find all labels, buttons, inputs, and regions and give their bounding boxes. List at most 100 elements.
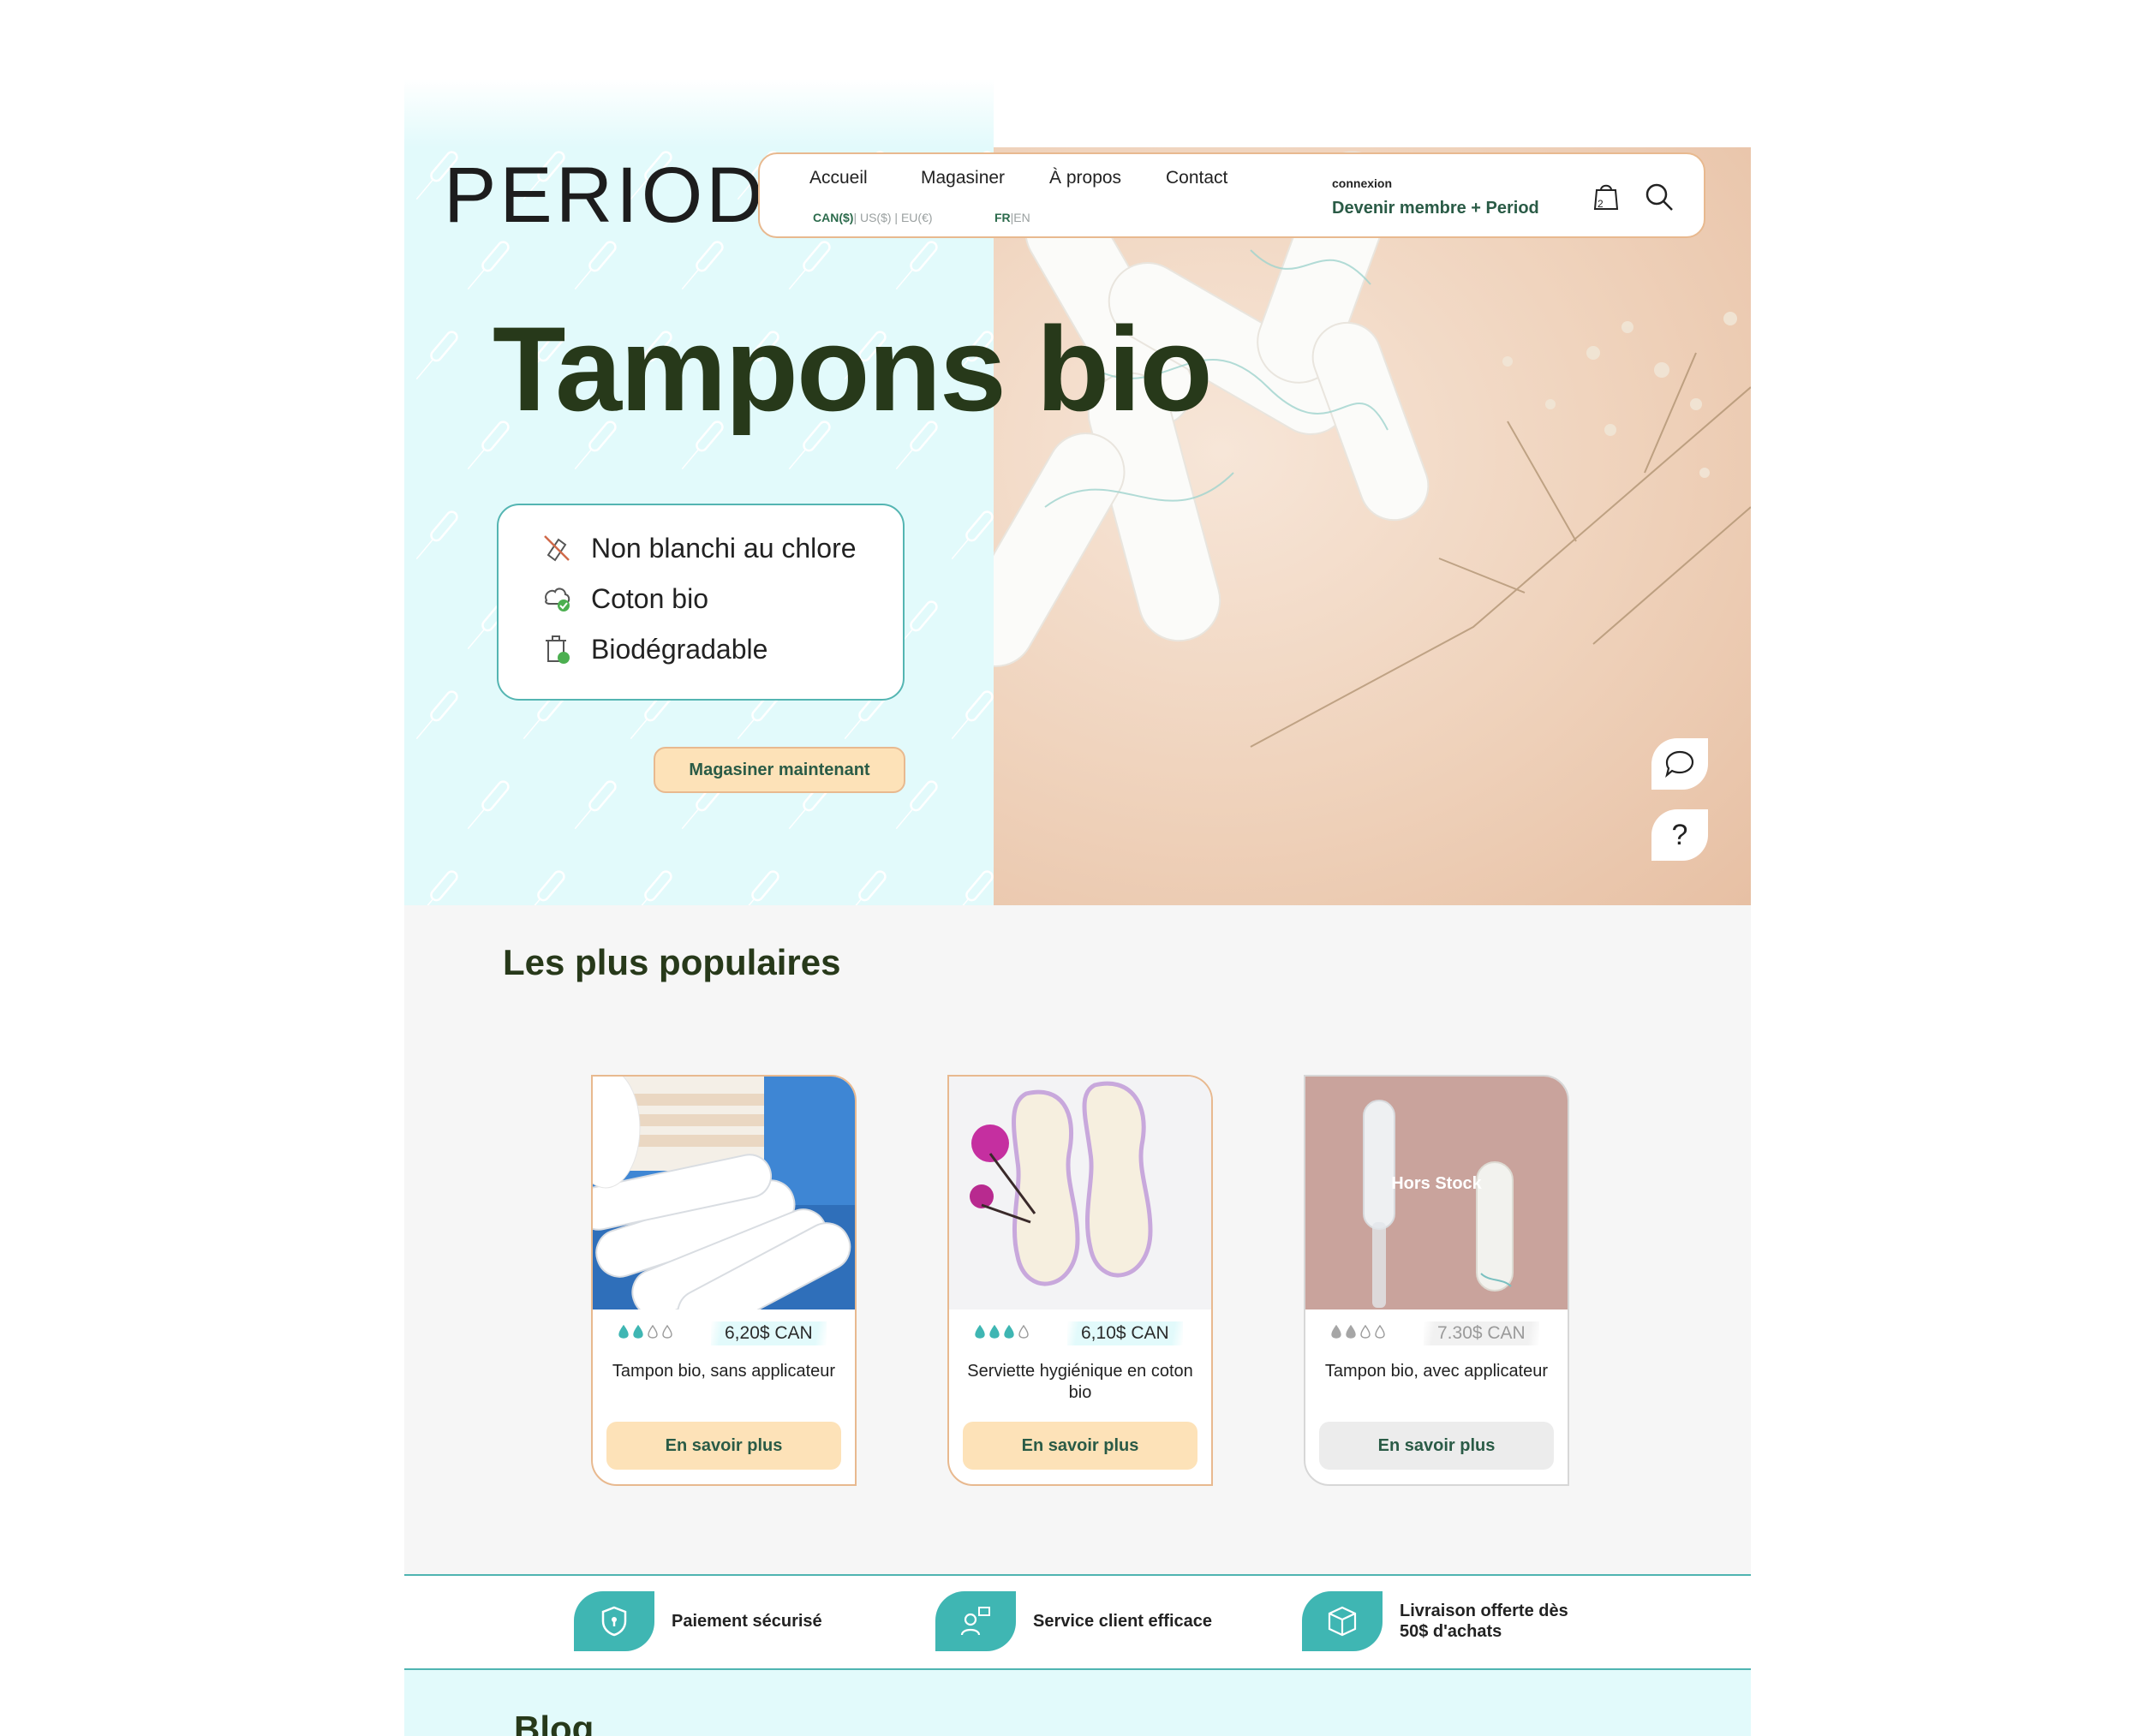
product-price: 7.30$ CAN [1424,1321,1539,1345]
feature-label: Coton bio [591,582,708,614]
drop-icon [1375,1325,1385,1339]
cotton-pad-photo [949,1077,1211,1309]
login-link[interactable]: connexion [1332,176,1392,190]
become-member-link[interactable]: Devenir membre + Period [1332,199,1539,218]
drop-icon [1346,1325,1356,1339]
popular-section-title: Les plus populaires [503,942,840,983]
tampons-without-applicator-photo [593,1077,855,1309]
tampons-photo [994,151,1751,748]
tampon-pattern-mark [411,508,461,564]
currency-selector[interactable]: CAN($)| US($) | EU(€) [813,211,933,224]
guarantee-label: Livraison offerte dès 50$ d'achats [1400,1602,1568,1641]
learn-more-button[interactable]: En savoir plus [963,1422,1197,1470]
absorbency-rating [618,1325,672,1339]
main-nav: Accueil Magasiner À propos Contact CAN($… [758,152,1705,238]
absorbency-rating [1331,1325,1385,1339]
language-selected[interactable]: FR [994,211,1011,224]
feature-item: Non blanchi au chlore [540,531,857,565]
tampon-pattern-mark [518,868,568,905]
package-icon [1328,1606,1357,1637]
guarantee-label: Service client efficace [1033,1612,1213,1631]
product-price: 6,20$ CAN [711,1321,827,1345]
tampon-pattern-mark [784,238,833,294]
tampon-pattern-mark [947,508,994,564]
learn-more-button[interactable]: En savoir plus [1319,1422,1554,1470]
nav-link-accueil[interactable]: Accueil [808,168,869,191]
header-background [404,0,1751,147]
tampon-pattern-mark [732,868,782,905]
feature-label: Biodégradable [591,633,768,665]
drop-icon [633,1325,643,1339]
currency-options[interactable]: | US($) | EU(€) [853,211,932,224]
product-name: Tampon bio, sans applicateur [612,1362,836,1381]
product-card[interactable]: 6,10$ CAN Serviette hygiénique en coton … [947,1075,1213,1486]
shield-lock-icon [601,1606,627,1637]
popular-title-text: Les plus populaires [503,942,841,982]
tampon-pattern-mark [625,868,675,905]
search-button[interactable] [1642,180,1676,214]
guarantee-icon-badge [1302,1591,1383,1651]
nav-link-apropos[interactable]: À propos [1049,168,1121,188]
language-selector[interactable]: FR|EN [994,211,1030,224]
tampon-pattern-mark [570,778,619,833]
drop-icon [1360,1325,1371,1339]
out-of-stock-badge: Hors Stock [1391,1174,1482,1193]
cotton-icon [545,588,570,611]
currency-selected[interactable]: CAN($) [813,211,853,224]
brand-logo[interactable]: PERIOD [444,151,767,241]
tampon-pattern-mark [411,868,461,905]
product-card[interactable]: 6,20$ CAN Tampon bio, sans applicateur E… [591,1075,857,1486]
help-button[interactable]: ? [1651,809,1708,861]
guarantee-label: Paiement sécurisé [672,1612,822,1631]
blog-section [404,1670,1751,1736]
tampon-pattern-mark [891,238,941,294]
learn-more-button[interactable]: En savoir plus [606,1422,841,1470]
guarantee-item: Livraison offerte dès 50$ d'achats [1302,1591,1597,1651]
product-card-out-of-stock[interactable]: Hors Stock 7.30$ CAN Tampon bio, avec ap… [1304,1075,1569,1486]
drop-icon [662,1325,672,1339]
support-agent-icon [960,1607,990,1636]
nav-link-contact[interactable]: Contact [1166,168,1227,188]
drop-icon [1018,1325,1029,1339]
blog-title: Blog [514,1709,594,1736]
search-icon [1645,183,1673,211]
product-image [949,1077,1211,1309]
hero-title: Tampons bio [493,301,1213,436]
chat-bubble-icon [1665,750,1694,779]
drop-icon [975,1325,985,1339]
guarantee-item: Paiement sécurisé [574,1591,822,1651]
product-name: Serviette hygiénique en coton bio [967,1362,1193,1402]
tampon-pattern-mark [839,868,889,905]
drop-icon [618,1325,629,1339]
feature-item: Coton bio [540,582,708,616]
shop-now-button[interactable]: Magasiner maintenant [654,747,905,793]
tampon-pattern-mark [463,778,512,833]
shopping-bag-icon: 2 [1593,184,1619,210]
product-image [593,1077,855,1309]
product-price: 6,10$ CAN [1067,1321,1183,1345]
guarantee-item: Service client efficace [935,1591,1212,1651]
product-image: Hors Stock [1305,1077,1568,1309]
absorbency-rating [975,1325,1029,1339]
cart-count: 2 [1598,198,1604,210]
tampon-pattern-mark [411,328,461,384]
guarantees-band: Paiement sécurisé Service client efficac… [404,1574,1751,1670]
nav-link-magasiner[interactable]: Magasiner [921,168,1005,188]
features-box: Non blanchi au chlore Coton bio Biodégra… [497,504,905,701]
chat-button[interactable] [1651,738,1708,790]
hero-photo [994,147,1751,905]
recycle-bin-icon [546,635,570,664]
language-option-en[interactable]: |EN [1011,211,1030,224]
drop-icon [648,1325,658,1339]
tampon-pattern-mark [947,688,994,743]
guarantee-icon-badge [935,1591,1016,1651]
drop-icon [1331,1325,1341,1339]
guarantee-icon-badge [574,1591,654,1651]
tampon-pattern-mark [463,238,512,294]
cart-button[interactable]: 2 [1589,180,1623,214]
feature-item: Biodégradable [540,632,767,666]
feature-label: Non blanchi au chlore [591,532,857,564]
no-bleach-icon [544,535,570,562]
product-name: Tampon bio, avec applicateur [1324,1362,1549,1381]
tampon-pattern-mark [411,688,461,743]
